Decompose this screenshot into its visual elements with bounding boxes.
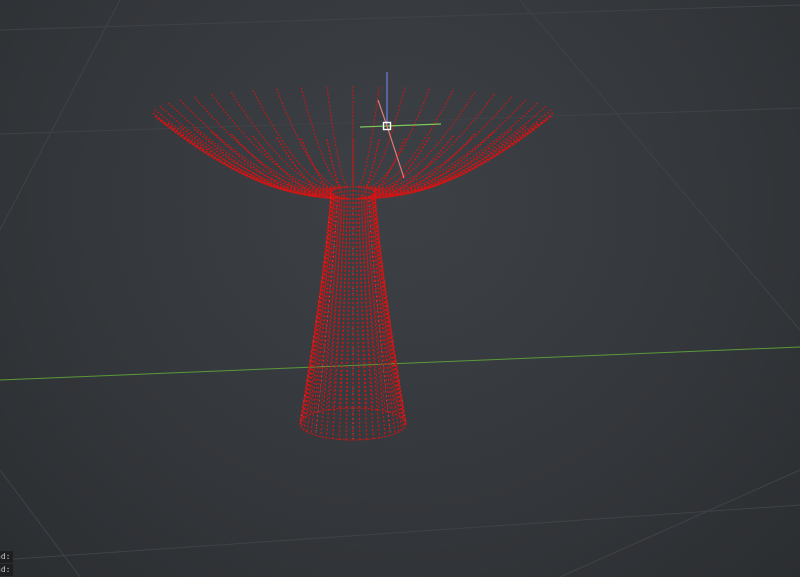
wireframe-strand	[299, 191, 332, 425]
scene-canvas[interactable]	[0, 0, 800, 577]
command-history-line: nd:	[0, 551, 14, 563]
wireframe-strand	[366, 91, 476, 189]
wireframe-strand	[355, 86, 380, 188]
wireframe-strand	[374, 191, 406, 422]
wireframe-strand	[230, 91, 340, 189]
mushroom-wireframe-model[interactable]	[152, 86, 554, 441]
transform-gizmo[interactable]	[359, 72, 442, 179]
wireframe-strand	[310, 195, 337, 434]
wireframe-strand	[299, 191, 332, 425]
wireframe-strand	[154, 109, 332, 193]
wireframe-strand	[374, 115, 552, 195]
command-history-text: nd:	[0, 552, 11, 561]
command-history-text: nd:	[0, 565, 11, 574]
grid-line	[0, 0, 121, 231]
wireframe-strand	[374, 109, 552, 193]
grid-line	[519, 0, 800, 331]
wireframe-strand	[152, 112, 332, 194]
grid-line	[559, 469, 800, 577]
grid-line	[0, 107, 800, 135]
wireframe-strand	[374, 191, 407, 425]
wireframe-strand	[300, 87, 348, 188]
grid-line	[0, 504, 800, 561]
wireframe-strand	[300, 191, 332, 422]
world-x-axis-line	[0, 346, 800, 381]
wireframe-strand	[374, 191, 407, 425]
wireframe-strand	[369, 195, 396, 434]
grid-line	[0, 4, 800, 31]
command-history-line: nd:	[0, 564, 14, 576]
ground-grid	[0, 0, 800, 577]
3d-viewport[interactable]: nd: nd:	[0, 0, 800, 577]
wireframe-strand	[358, 87, 406, 188]
wireframe-strand	[326, 86, 351, 188]
